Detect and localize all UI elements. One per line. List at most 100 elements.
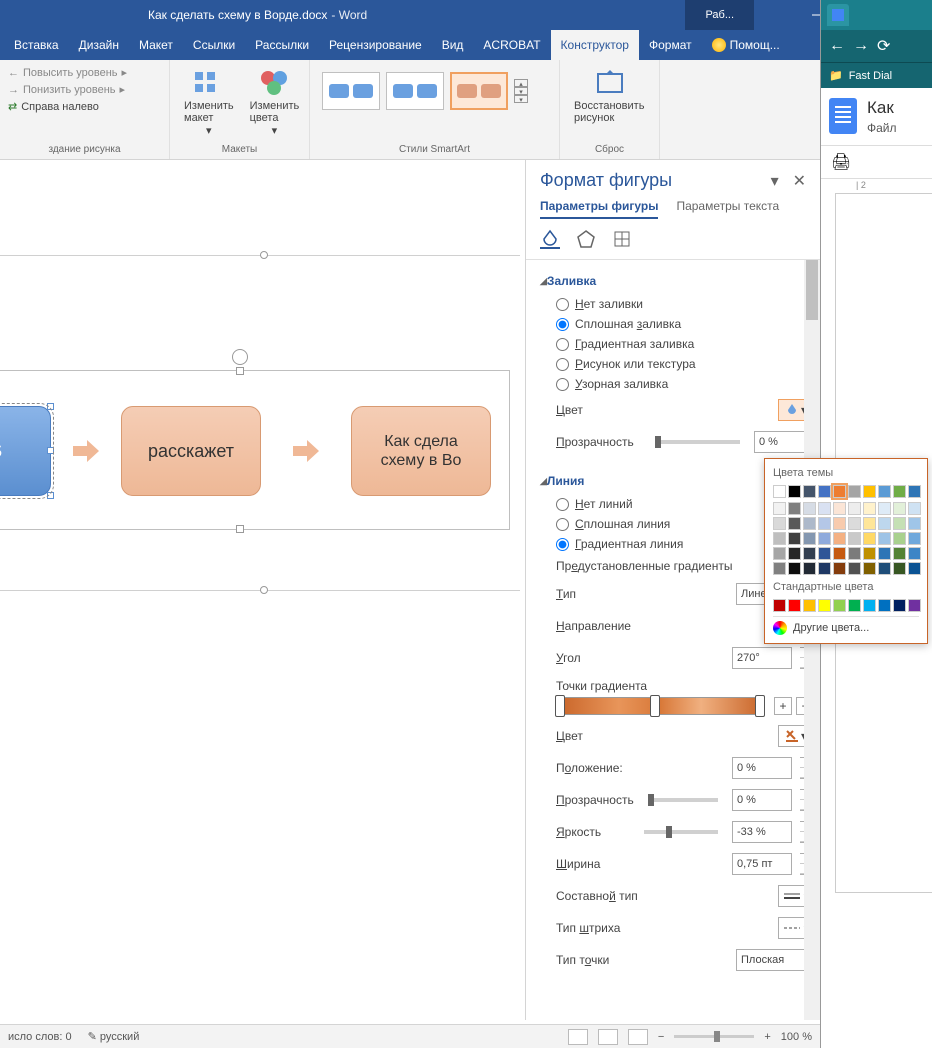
color-swatch[interactable] (893, 485, 906, 498)
color-swatch[interactable] (818, 599, 831, 612)
color-swatch[interactable] (908, 485, 921, 498)
color-swatch[interactable] (863, 517, 876, 530)
color-swatch[interactable] (908, 547, 921, 560)
google-docs-icon[interactable] (829, 98, 857, 134)
color-swatch[interactable] (848, 599, 861, 612)
color-swatch[interactable] (803, 485, 816, 498)
color-swatch[interactable] (773, 562, 786, 575)
size-props-icon[interactable] (612, 229, 632, 249)
color-swatch[interactable] (788, 562, 801, 575)
color-swatch[interactable] (893, 502, 906, 515)
document-canvas[interactable]: PICS расскажет Как сдела схему в Во (0, 160, 520, 1020)
rtl-button[interactable]: ⇄ Справа налево (8, 98, 161, 115)
color-swatch[interactable] (773, 517, 786, 530)
color-swatch[interactable] (833, 547, 846, 560)
color-swatch[interactable] (878, 547, 891, 560)
cap-type-dropdown[interactable]: Плоская (736, 949, 814, 971)
color-swatch[interactable] (908, 502, 921, 515)
color-swatch[interactable] (788, 502, 801, 515)
color-swatch[interactable] (833, 599, 846, 612)
color-swatch[interactable] (893, 562, 906, 575)
color-swatch[interactable] (878, 562, 891, 575)
color-swatch[interactable] (818, 485, 831, 498)
bookmark-item[interactable]: Fast Dial (849, 70, 892, 82)
zoom-in[interactable]: + (764, 1031, 770, 1043)
shape-options-tab[interactable]: Параметры фигуры (540, 199, 658, 219)
color-swatch[interactable] (848, 532, 861, 545)
language-status[interactable]: ✎ русский (88, 1030, 140, 1043)
color-swatch[interactable] (788, 485, 801, 498)
color-swatch[interactable] (833, 517, 846, 530)
reload-button[interactable]: ⟳ (877, 36, 890, 56)
color-swatch[interactable] (788, 517, 801, 530)
color-swatch[interactable] (803, 562, 816, 575)
gdoc-title[interactable]: Как (867, 98, 897, 118)
color-swatch[interactable] (908, 599, 921, 612)
color-swatch[interactable] (848, 502, 861, 515)
smartart-shape-1[interactable]: PICS (0, 406, 51, 496)
stop-position-value[interactable]: 0 % (732, 757, 792, 779)
zoom-out[interactable]: − (658, 1031, 664, 1043)
tab-insert[interactable]: Вставка (4, 30, 69, 60)
color-swatch[interactable] (833, 485, 846, 498)
fill-section-header[interactable]: Заливка (540, 268, 814, 294)
read-mode-button[interactable] (568, 1029, 588, 1045)
smartart-style-3[interactable] (450, 72, 508, 110)
gradient-angle-value[interactable]: 270° (732, 647, 792, 669)
color-swatch[interactable] (878, 532, 891, 545)
change-layout-button[interactable]: Изменить макет▾ (178, 64, 240, 139)
tab-layout[interactable]: Макет (129, 30, 183, 60)
tab-review[interactable]: Рецензирование (319, 30, 432, 60)
pane-options[interactable]: ▾ (771, 171, 779, 191)
color-swatch[interactable] (788, 547, 801, 560)
color-swatch[interactable] (833, 532, 846, 545)
stop-transp-slider[interactable] (648, 798, 718, 802)
fill-solid-radio[interactable]: Сплошная заливка (540, 314, 814, 334)
color-swatch[interactable] (878, 485, 891, 498)
pane-close[interactable]: ✕ (793, 171, 806, 191)
zoom-level[interactable]: 100 % (781, 1031, 812, 1043)
add-stop-button[interactable]: + (774, 697, 792, 715)
fill-gradient-radio[interactable]: Градиентная заливка (540, 334, 814, 354)
color-swatch[interactable] (908, 532, 921, 545)
smartart-style-1[interactable] (322, 72, 380, 110)
color-swatch[interactable] (803, 517, 816, 530)
color-swatch[interactable] (788, 599, 801, 612)
word-count[interactable]: исло слов: 0 (8, 1031, 72, 1043)
color-swatch[interactable] (803, 547, 816, 560)
tab-design[interactable]: Дизайн (69, 30, 129, 60)
tab-acrobat[interactable]: ACROBAT (473, 30, 550, 60)
text-options-tab[interactable]: Параметры текста (676, 199, 779, 219)
forward-button[interactable]: → (853, 37, 869, 55)
stop-transp-value[interactable]: 0 % (732, 789, 792, 811)
print-layout-button[interactable] (598, 1029, 618, 1045)
promote-button[interactable]: ← Повысить уровень ▸ (8, 64, 161, 81)
color-swatch[interactable] (878, 517, 891, 530)
smartart-container[interactable]: PICS расскажет Как сдела схему в Во (0, 370, 510, 530)
line-width-value[interactable]: 0,75 пт (732, 853, 792, 875)
fill-none-radio[interactable]: Нет заливки (540, 294, 814, 314)
color-swatch[interactable] (878, 599, 891, 612)
color-swatch[interactable] (833, 502, 846, 515)
color-swatch[interactable] (773, 599, 786, 612)
effects-icon[interactable] (576, 229, 596, 249)
fill-pattern-radio[interactable]: Узорная заливка (540, 374, 814, 394)
smartart-shape-2[interactable]: расскажет (121, 406, 261, 496)
color-swatch[interactable] (893, 517, 906, 530)
styles-more[interactable]: ▴▾▾ (514, 79, 528, 103)
color-swatch[interactable] (773, 532, 786, 545)
stop-bright-value[interactable]: -33 % (732, 821, 792, 843)
color-swatch[interactable] (848, 485, 861, 498)
tab-mailings[interactable]: Рассылки (245, 30, 319, 60)
tell-me[interactable]: Помощ... (712, 30, 780, 60)
color-swatch[interactable] (893, 599, 906, 612)
second-document-tab[interactable]: Раб... (685, 0, 754, 30)
gdoc-file-menu[interactable]: Файл (867, 121, 897, 135)
browser-tab[interactable] (827, 4, 849, 26)
color-swatch[interactable] (863, 485, 876, 498)
color-swatch[interactable] (863, 562, 876, 575)
color-swatch[interactable] (848, 562, 861, 575)
color-swatch[interactable] (773, 547, 786, 560)
color-swatch[interactable] (908, 562, 921, 575)
color-swatch[interactable] (818, 517, 831, 530)
